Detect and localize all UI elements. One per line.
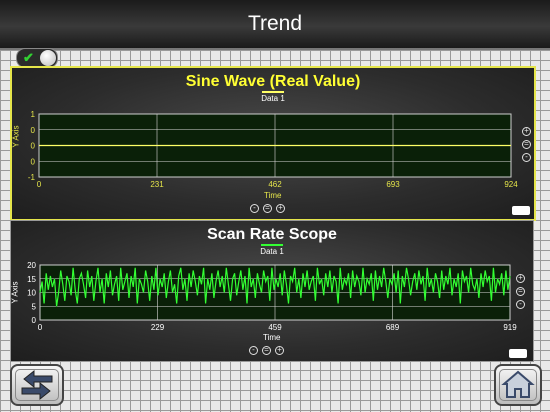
legend-swatch xyxy=(261,244,283,246)
x-tick-label: 919 xyxy=(503,323,517,332)
x-tick-label: 693 xyxy=(386,180,400,189)
legend-label: Data 1 xyxy=(261,94,285,103)
zoom-reset-y-icon[interactable]: = xyxy=(516,287,525,296)
zoom-out-y-icon[interactable]: - xyxy=(516,300,525,309)
zoom-in-y-icon[interactable]: + xyxy=(516,274,525,283)
y-tick-label: 0 xyxy=(31,157,36,166)
scan-rate-scope-panel: Scan Rate Scope Data 1 0 229 459 689 919 20 15… xyxy=(10,220,534,362)
pause-button[interactable] xyxy=(509,349,527,358)
x-tick-label: 924 xyxy=(504,180,518,189)
y-axis-label: Y Axis xyxy=(10,281,20,304)
sine-wave-trend-panel: Sine Wave (Real Value) Data 1 0 231 462 693… xyxy=(10,66,536,221)
toggle-knob[interactable] xyxy=(40,50,56,66)
x-axis-label: Time xyxy=(263,333,281,342)
zoom-in-y-icon[interactable]: + xyxy=(522,127,531,136)
y-tick-label: 15 xyxy=(27,275,36,284)
page-title: Trend xyxy=(0,0,550,50)
y-tick-label: 0 xyxy=(31,142,36,151)
y-tick-label: 0 xyxy=(31,126,36,135)
y-tick-label: 0 xyxy=(32,316,37,325)
y-tick-label: 5 xyxy=(32,302,37,311)
legend-swatch xyxy=(262,91,284,93)
x-axis-label: Time xyxy=(264,191,282,200)
y-tick-label: 10 xyxy=(27,289,36,298)
x-tick-label: 462 xyxy=(268,180,282,189)
switch-arrows-icon xyxy=(21,369,53,401)
y-axis-label: Y Axis xyxy=(11,125,21,148)
y-tick-label: -1 xyxy=(28,173,36,182)
chart-title: Scan Rate Scope xyxy=(207,226,337,243)
pause-button[interactable] xyxy=(512,206,530,215)
x-tick-label: 231 xyxy=(150,180,164,189)
chart-title: Sine Wave (Real Value) xyxy=(185,73,361,90)
zoom-out-y-icon[interactable]: - xyxy=(522,153,531,162)
y-tick-label: 1 xyxy=(31,110,36,119)
zoom-out-x-icon[interactable]: - xyxy=(250,204,259,213)
zoom-in-x-icon[interactable]: + xyxy=(275,346,284,355)
zoom-reset-y-icon[interactable]: = xyxy=(522,140,531,149)
home-icon xyxy=(501,370,535,398)
legend-label: Data 1 xyxy=(260,247,284,256)
x-tick-label: 229 xyxy=(151,323,165,332)
zoom-out-x-icon[interactable]: - xyxy=(249,346,258,355)
zoom-reset-x-icon[interactable]: = xyxy=(263,204,272,213)
home-button[interactable] xyxy=(494,364,542,406)
x-tick-label: 689 xyxy=(386,323,400,332)
switch-screen-button[interactable] xyxy=(10,364,64,406)
x-tick-label: 459 xyxy=(268,323,282,332)
display-toggle[interactable]: ✔ xyxy=(16,48,58,68)
check-icon: ✔ xyxy=(23,50,34,65)
x-tick-label: 0 xyxy=(37,180,42,189)
x-tick-label: 0 xyxy=(38,323,43,332)
y-tick-label: 20 xyxy=(27,261,36,270)
zoom-reset-x-icon[interactable]: = xyxy=(262,346,271,355)
zoom-in-x-icon[interactable]: + xyxy=(276,204,285,213)
